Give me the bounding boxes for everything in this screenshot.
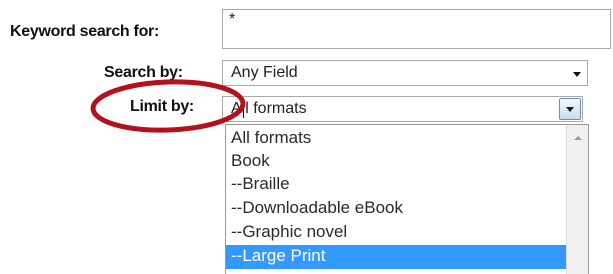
chevron-down-icon [566,107,574,112]
search-by-label: Search by: [104,64,183,81]
option-large-print[interactable]: --Large Print [226,245,568,269]
dropdown-scrollbar[interactable] [566,125,588,274]
search-by-select[interactable]: Any Field [222,60,588,86]
limit-by-select[interactable]: All formats [222,96,583,122]
search-by-value: Any Field [231,64,298,81]
option-book[interactable]: Book [226,150,568,174]
chevron-up-icon[interactable] [574,136,582,140]
keyword-search-label: Keyword search for: [10,23,160,40]
limit-by-label: Limit by: [130,98,194,115]
option-downloadable-ebook[interactable]: --Downloadable eBook [226,197,568,221]
option-all-formats[interactable]: All formats [226,127,568,151]
text-caret [243,100,244,118]
option-braille[interactable]: --Braille [226,173,568,197]
chevron-down-icon [573,72,581,77]
limit-by-options-list[interactable]: All formats Book --Braille --Downloadabl… [225,124,589,274]
limit-by-dropdown-button[interactable] [559,98,581,120]
option-graphic-novel[interactable]: --Graphic novel [226,221,568,245]
keyword-search-input[interactable] [222,9,611,49]
